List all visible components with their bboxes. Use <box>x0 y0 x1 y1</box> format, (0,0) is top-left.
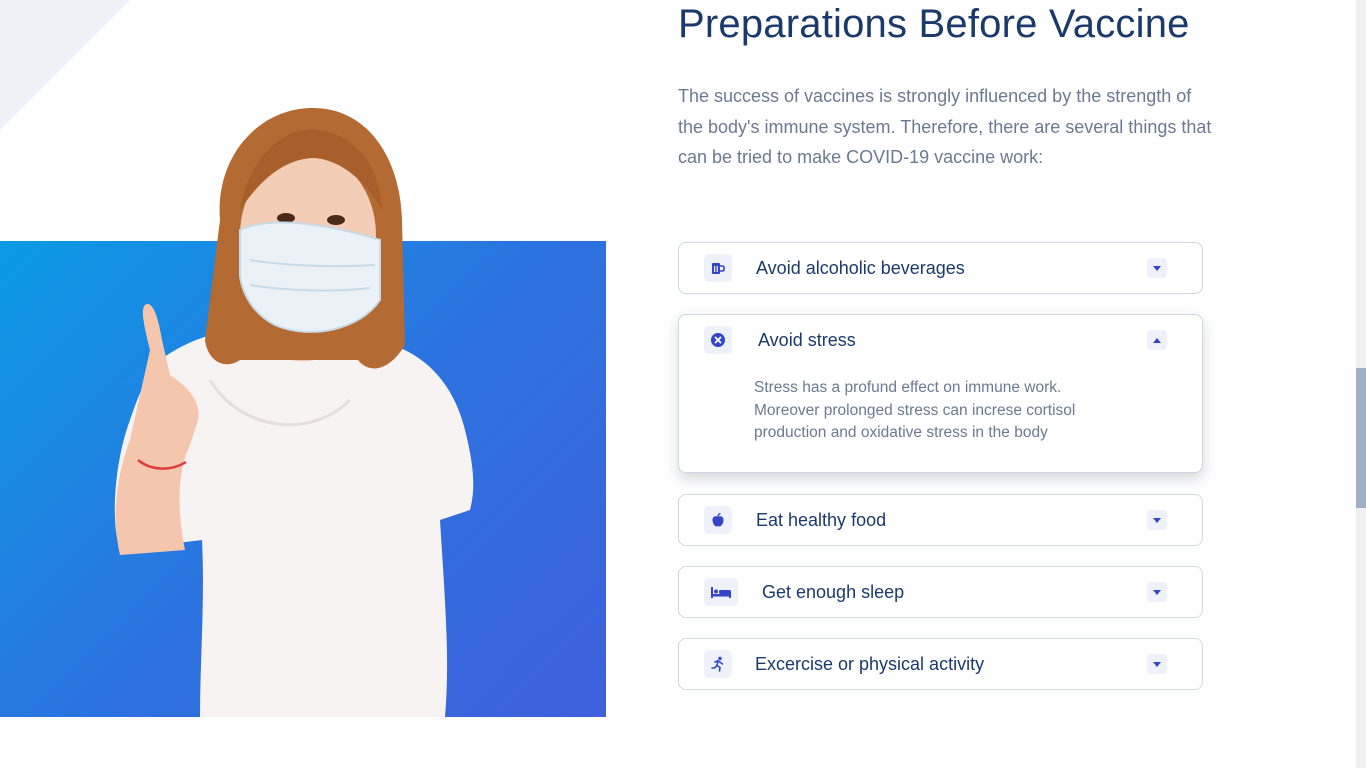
accordion-label: Avoid stress <box>758 330 856 350</box>
accordion-label: Get enough sleep <box>762 582 905 602</box>
bed-icon <box>704 578 738 606</box>
accordion-label: Excercise or physical activity <box>755 654 985 674</box>
chevron-up-icon[interactable] <box>1147 330 1167 350</box>
accordion-item-stress[interactable]: Avoid stress Stress has a profund effect… <box>678 314 1203 473</box>
chevron-down-icon[interactable] <box>1147 582 1167 602</box>
chevron-down-icon[interactable] <box>1147 258 1167 278</box>
hero-image-masked-woman <box>114 107 474 717</box>
accordion-header[interactable]: Get enough sleep <box>679 567 1202 617</box>
accordion-item-alcohol[interactable]: Avoid alcoholic beverages <box>678 242 1203 294</box>
beer-mug-icon <box>704 254 732 282</box>
page-title: Preparations Before Vaccine <box>678 2 1190 46</box>
accordion-header[interactable]: Eat healthy food <box>679 495 1202 545</box>
accordion-header[interactable]: Avoid stress <box>679 315 1202 365</box>
accordion-item-sleep[interactable]: Get enough sleep <box>678 566 1203 618</box>
accordion-label: Avoid alcoholic beverages <box>756 258 965 278</box>
running-person-icon <box>704 650 732 678</box>
chevron-down-icon[interactable] <box>1147 654 1167 674</box>
accordion-header[interactable]: Excercise or physical activity <box>679 639 1202 689</box>
accordion-item-food[interactable]: Eat healthy food <box>678 494 1203 546</box>
accordion-item-exercise[interactable]: Excercise or physical activity <box>678 638 1203 690</box>
accordion-header[interactable]: Avoid alcoholic beverages <box>679 243 1202 293</box>
intro-text: The success of vaccines is strongly infl… <box>678 86 1212 167</box>
chevron-down-icon[interactable] <box>1147 510 1167 530</box>
apple-icon <box>704 506 732 534</box>
scrollbar-thumb[interactable] <box>1356 368 1366 508</box>
accordion-body: Stress has a profund effect on immune wo… <box>754 379 1076 441</box>
close-circle-icon <box>704 326 732 354</box>
accordion-label: Eat healthy food <box>756 510 887 530</box>
